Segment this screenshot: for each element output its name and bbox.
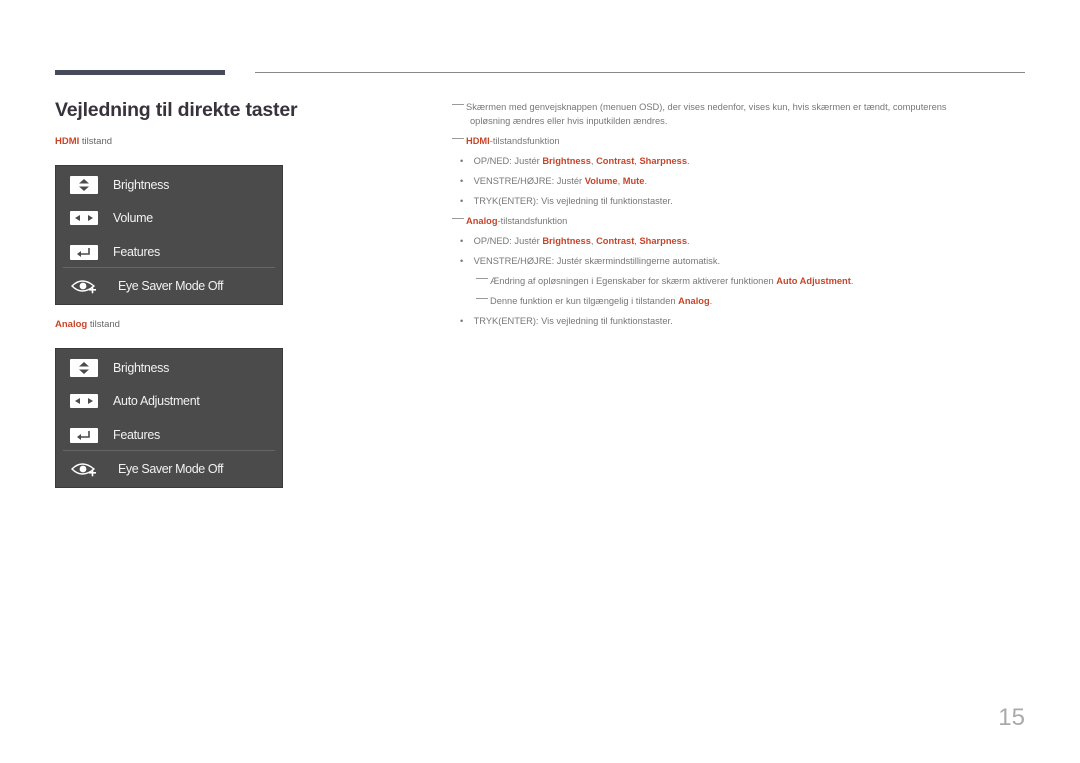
note-intro-cont: opløsning ændres eller hvis inputkilden …: [470, 116, 668, 126]
hdmi-osd-panel: Brightness Volume Features Eye Saver Mod…: [55, 165, 283, 305]
header-rule: [255, 72, 1025, 73]
hl-brightness: Brightness: [542, 156, 591, 166]
analog-function-heading: Analog-tilstandsfunktion: [452, 216, 567, 226]
note-dash-icon: [476, 278, 488, 279]
osd-label: Brightness: [113, 361, 170, 375]
sep: .: [687, 156, 690, 166]
osd-row-brightness[interactable]: Brightness: [56, 171, 282, 199]
osd-row-features[interactable]: Features: [56, 238, 282, 266]
analog-label-bold: Analog: [55, 319, 88, 330]
osd-row-volume[interactable]: Volume: [56, 204, 282, 232]
eye-saver-label[interactable]: Eye Saver Mode Off: [118, 462, 224, 476]
hl-sharpness: Sharpness: [639, 156, 688, 166]
bullet-icon: •: [460, 156, 464, 166]
bullet-text: TRYK(ENTER): Vis vejledning til funktion…: [473, 196, 673, 206]
analog-label-rest: tilstand: [87, 319, 120, 330]
analog-bullet-3: • TRYK(ENTER): Vis vejledning til funkti…: [460, 316, 673, 326]
osd-row-brightness[interactable]: Brightness: [56, 354, 282, 382]
osd-label: Features: [113, 245, 160, 259]
hdmi-function-heading: HDMI-tilstandsfunktion: [452, 136, 560, 146]
hdmi-mode-label: HDMI tilstand: [55, 136, 112, 147]
hdmi-bullet-3: • TRYK(ENTER): Vis vejledning til funkti…: [460, 196, 673, 206]
hdmi-label-bold: HDMI: [55, 136, 80, 147]
sep: .: [644, 176, 648, 186]
bullet-icon: •: [460, 176, 464, 186]
analog-bullet-2: • VENSTRE/HØJRE: Justér skærmindstilling…: [460, 256, 720, 266]
note-text: Denne funktion er kun tilgængelig i tils…: [490, 296, 679, 306]
hl-analog: Analog: [678, 296, 710, 306]
osd-divider: [63, 267, 275, 268]
bullet-text: VENSTRE/HØJRE: Justér: [473, 176, 585, 186]
bullet-icon: •: [460, 196, 464, 206]
osd-label: Features: [113, 428, 160, 442]
up-down-key-icon: [70, 359, 98, 377]
hdmi-label-rest: tilstand: [79, 136, 113, 147]
bullet-text: OP/NED: Justér: [473, 236, 543, 246]
hl-auto-adjustment: Auto Adjustment: [776, 276, 851, 286]
bullet-icon: •: [460, 236, 464, 246]
hl-contrast: Contrast: [596, 156, 635, 166]
eye-saver-icon: [70, 277, 98, 297]
osd-row-features[interactable]: Features: [56, 421, 282, 449]
note-intro: Skærmen med genvejsknappen (menuen OSD),…: [452, 102, 947, 112]
eye-saver-icon: [70, 460, 98, 480]
hl-contrast: Contrast: [596, 236, 635, 246]
osd-label: Brightness: [113, 178, 170, 192]
analog-bullet-1: • OP/NED: Justér Brightness, Contrast, S…: [460, 236, 690, 246]
bullet-text: VENSTRE/HØJRE: Justér skærmindstillinger…: [473, 256, 721, 266]
sep: .: [850, 276, 854, 286]
bullet-text: OP/NED: Justér: [473, 156, 543, 166]
hl-brightness: Brightness: [542, 236, 591, 246]
osd-label: Volume: [113, 211, 153, 225]
osd-label: Auto Adjustment: [113, 394, 200, 408]
page-number: 15: [998, 704, 1025, 731]
hl-sharpness: Sharpness: [639, 236, 688, 246]
enter-key-icon: [70, 244, 98, 260]
osd-row-auto-adjustment[interactable]: Auto Adjustment: [56, 387, 282, 415]
analog-mode-label: Analog tilstand: [55, 319, 120, 330]
note-text: Ændring af opløsningen i Egenskaber for …: [490, 276, 777, 286]
heading-bold: HDMI: [466, 136, 490, 146]
sep: .: [687, 236, 690, 246]
bullet-icon: •: [460, 256, 464, 266]
hl-volume: Volume: [584, 176, 618, 186]
bullet-icon: •: [460, 316, 464, 326]
hdmi-bullet-1: • OP/NED: Justér Brightness, Contrast, S…: [460, 156, 690, 166]
page-title: Vejledning til direkte taster: [55, 99, 298, 121]
bullet-text: TRYK(ENTER): Vis vejledning til funktion…: [473, 316, 673, 326]
analog-subnote-1: Ændring af opløsningen i Egenskaber for …: [476, 276, 853, 286]
header-bar-accent: [55, 70, 225, 75]
analog-subnote-2: Denne funktion er kun tilgængelig i tils…: [476, 296, 712, 306]
analog-osd-panel: Brightness Auto Adjustment Features Eye …: [55, 348, 283, 488]
eye-saver-label[interactable]: Eye Saver Mode Off: [118, 279, 224, 293]
hl-mute: Mute: [622, 176, 645, 186]
note-dash-icon: [476, 298, 488, 299]
up-down-key-icon: [70, 176, 98, 194]
sep: .: [709, 296, 713, 306]
left-right-key-icon: [70, 394, 98, 408]
enter-key-icon: [70, 427, 98, 443]
note-dash-icon: [452, 218, 464, 219]
note-dash-icon: [452, 104, 464, 105]
heading-rest: -tilstandsfunktion: [489, 136, 560, 146]
note-dash-icon: [452, 138, 464, 139]
hdmi-bullet-2: • VENSTRE/HØJRE: Justér Volume, Mute.: [460, 176, 647, 186]
heading-bold: Analog: [466, 216, 498, 226]
osd-divider: [63, 450, 275, 451]
heading-rest: -tilstandsfunktion: [497, 216, 568, 226]
note-text: Skærmen med genvejsknappen (menuen OSD),…: [466, 102, 947, 112]
left-right-key-icon: [70, 211, 98, 225]
